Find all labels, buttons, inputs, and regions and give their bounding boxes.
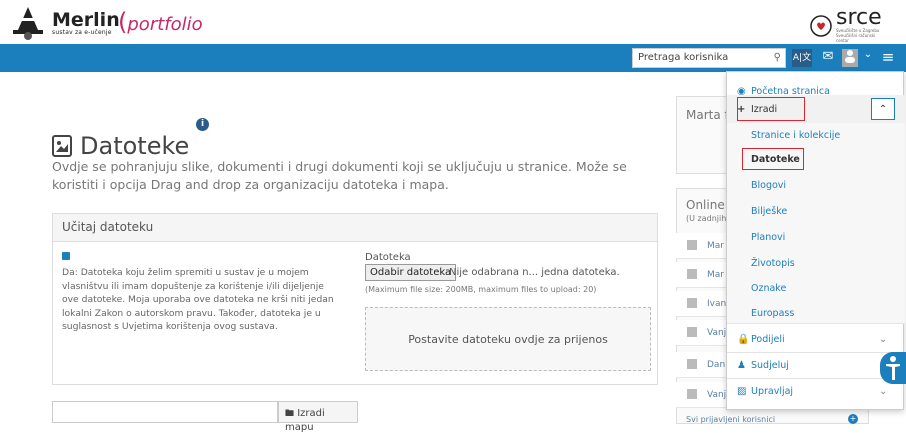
main-menu-dropdown: ◉ Početna stranica + Izradi ⌃ Stranice i… (726, 71, 905, 410)
page-title-text: Datoteke (80, 132, 190, 160)
user-name: Mar (707, 241, 724, 251)
page-title: Datoteke (52, 132, 189, 160)
portfolio-text: portfolio (127, 14, 203, 35)
mail-icon[interactable]: ✉ (820, 49, 836, 67)
lock-icon: 🔒 (737, 334, 750, 345)
menu-item-label: Podijeli (751, 334, 785, 345)
file-label: Datoteka (365, 252, 411, 263)
menu-item-label: Sudjeluj (751, 360, 789, 371)
submenu-item[interactable]: Planovi (751, 232, 785, 243)
avatar (687, 327, 697, 337)
submenu-item[interactable]: Stranice i kolekcije (751, 130, 840, 141)
submenu-item[interactable]: Bilješke (751, 206, 787, 217)
accessibility-button[interactable] (880, 352, 906, 384)
submenu-item[interactable]: Oznake (751, 283, 786, 294)
user-name: Mar (707, 270, 724, 280)
merlin-logo[interactable]: Merlin sustav za e-učenje (10, 6, 120, 40)
avatar (687, 389, 697, 399)
briefcase-icon: ▨ (737, 386, 747, 397)
collapse-button[interactable]: ⌃ (871, 98, 895, 120)
srce-heart-icon (810, 14, 832, 37)
submenu-item[interactable]: Životopis (751, 258, 795, 269)
menu-icon[interactable]: ≡ (880, 49, 896, 67)
submenu-item-active[interactable]: Datoteke (751, 154, 800, 165)
upload-panel: Učitaj datoteku Da: Datoteka koju želim … (52, 213, 658, 385)
top-header: Merlin sustav za e-učenje (portfolio src… (0, 0, 906, 44)
submenu-item[interactable]: Blogovi (751, 180, 786, 191)
search-input[interactable]: Pretraga korisnika ⚲ (632, 48, 786, 68)
avatar (687, 269, 697, 279)
search-icon[interactable]: ⚲ (774, 52, 781, 63)
page-description: Ovdje se pohranjuju slike, dokumenti i d… (52, 159, 627, 192)
language-icon[interactable]: A|文 (792, 49, 812, 67)
user-name: Vanj (707, 390, 727, 400)
user-name: Dan (707, 360, 726, 370)
all-users-link[interactable]: Svi prijavljeni korisnici (686, 415, 775, 424)
user-name: Ivan (707, 299, 727, 309)
chevron-down-icon[interactable]: ⌄ (862, 49, 874, 67)
portfolio-logo[interactable]: (portfolio (118, 8, 203, 36)
plus-icon: + (737, 104, 746, 115)
submenu-item[interactable]: Europass (751, 308, 794, 319)
create-folder-button[interactable]: 🖿 Izradi mapu (278, 401, 358, 433)
menu-item-label: Upravljaj (751, 386, 794, 397)
search-placeholder: Pretraga korisnika (638, 52, 729, 63)
file-image-icon (52, 135, 72, 157)
srce-logo[interactable]: srce Sveučilište u Zagrebu Sveučilišni r… (810, 5, 888, 43)
folder-name-input[interactable] (52, 401, 278, 423)
choose-file-button[interactable]: Odabir datoteka (365, 264, 457, 281)
info-icon[interactable]: i (196, 118, 209, 131)
user-name: Vanj (707, 328, 727, 338)
wizard-hat-icon (13, 7, 43, 40)
users-icon: ♟ (737, 360, 746, 371)
max-size-note: (Maximum file size: 200MB, maximum files… (365, 285, 597, 294)
avatar (687, 359, 697, 369)
profile-name[interactable]: Marta f (686, 108, 729, 122)
divider (727, 378, 905, 379)
upload-panel-title: Učitaj datoteku (53, 214, 657, 242)
menu-item-label: Izradi (751, 104, 778, 115)
drop-zone[interactable]: Postavite datoteku ovdje za prijenos (365, 307, 651, 371)
accessibility-icon (886, 356, 900, 380)
srce-title: srce (836, 5, 882, 30)
chevron-down-icon: ⌄ (879, 386, 888, 397)
online-subtitle: (U zadnjih (686, 214, 727, 223)
merlin-title: Merlin (52, 8, 120, 31)
merlin-subtitle: sustav za e-učenje (52, 28, 112, 36)
chevron-down-icon: ⌄ (879, 334, 888, 345)
chevron-up-icon: ⌃ (878, 104, 888, 115)
user-icon[interactable] (842, 49, 858, 67)
online-title: Online (686, 198, 725, 212)
avatar (687, 240, 697, 250)
agree-text: Da: Datoteka koju želim spremiti u susta… (62, 267, 334, 332)
srce-subtitle: Sveučilište u Zagrebu Sveučilišni računs… (836, 28, 880, 43)
folder-icon: 🖿 (285, 409, 295, 419)
agree-checkbox[interactable] (62, 252, 70, 260)
avatar (687, 298, 697, 308)
file-status: Nije odabrana n... jedna datoteka. (449, 267, 620, 278)
plus-circle-icon[interactable]: + (848, 414, 858, 424)
divider (727, 352, 905, 353)
divider (727, 323, 905, 324)
